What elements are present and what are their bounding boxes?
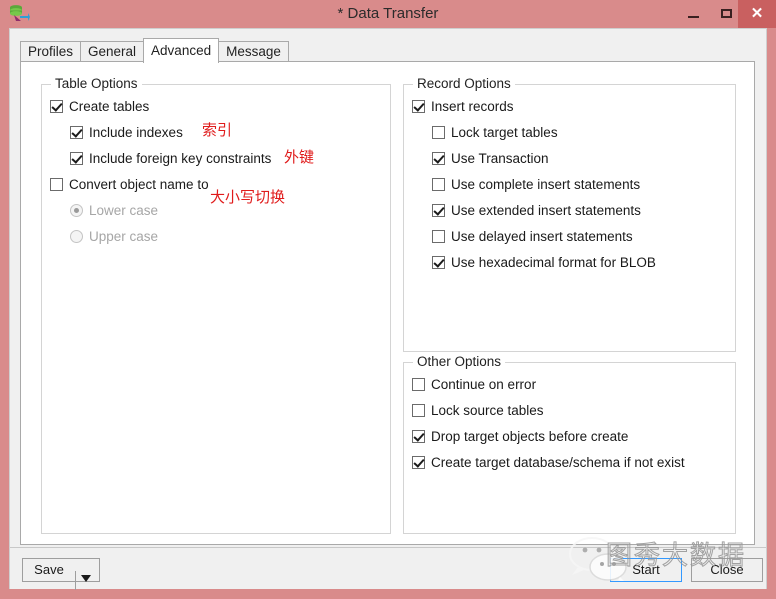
minimize-button[interactable]: [677, 0, 710, 28]
checkbox-unchecked-icon[interactable]: [432, 178, 445, 191]
tab-message-log[interactable]: Message Log: [218, 41, 289, 79]
checkbox-checked-icon[interactable]: [70, 152, 83, 165]
annotation-1: 外键: [284, 148, 315, 166]
minimize-icon: [688, 16, 699, 18]
title-bar: * Data Transfer ✕: [0, 0, 776, 28]
save-button-label: Save: [34, 562, 64, 577]
radio-unselected-icon: [70, 230, 83, 243]
table-option-label-1: Include indexes: [89, 125, 183, 140]
table-option-label-5: Upper case: [89, 229, 159, 244]
annotation-2: 大小写切换: [210, 188, 286, 206]
checkbox-checked-icon[interactable]: [50, 100, 63, 113]
table-options-group: Table Options Create tables Include index…: [41, 76, 391, 534]
table-options-title: Table Options: [51, 76, 142, 91]
record-option-label-1: Lock target tables: [451, 125, 558, 140]
footer-bar: Save Start Close: [10, 547, 766, 590]
record-option-label-3: Use complete insert statements: [451, 177, 641, 192]
checkbox-checked-icon[interactable]: [432, 152, 445, 165]
maximize-icon: [721, 9, 732, 18]
checkbox-checked-icon[interactable]: [412, 100, 425, 113]
checkbox-unchecked-icon[interactable]: [412, 404, 425, 417]
save-separator: [75, 571, 76, 590]
record-option-label-0: Insert records: [431, 99, 514, 114]
close-icon: ✕: [750, 5, 764, 22]
other-options-group: Other Options Continue on error Lock sour…: [403, 354, 736, 534]
other-option-label-0: Continue on error: [431, 377, 537, 392]
advanced-tab-page: Table Options Create tables Include index…: [20, 61, 755, 545]
table-option-label-4: Lower case: [89, 203, 159, 218]
tab-advanced[interactable]: Advanced: [143, 38, 220, 63]
tab-general[interactable]: General: [80, 41, 145, 62]
data-transfer-window: * Data Transfer ✕ Profiles General Advan…: [0, 0, 776, 599]
checkbox-unchecked-icon[interactable]: [412, 378, 425, 391]
checkbox-checked-icon[interactable]: [412, 456, 425, 469]
checkbox-checked-icon[interactable]: [70, 126, 83, 139]
close-window-button[interactable]: ✕: [738, 0, 776, 28]
table-option-label-3: Convert object name to: [69, 177, 209, 192]
table-option-label-2: Include foreign key constraints: [89, 151, 272, 166]
annotation-0: 索引: [202, 121, 233, 139]
record-option-label-6: Use hexadecimal format for BLOB: [451, 255, 656, 270]
record-option-label-4: Use extended insert statements: [451, 203, 641, 218]
record-option-label-2: Use Transaction: [451, 151, 549, 166]
other-option-label-1: Lock source tables: [431, 403, 544, 418]
client-area: Profiles General Advanced Message Log Ta…: [9, 28, 767, 590]
record-options-group: Record Options Insert records Lock target…: [403, 76, 736, 352]
checkbox-unchecked-icon[interactable]: [50, 178, 63, 191]
radio-selected-icon: [70, 204, 83, 217]
checkbox-checked-icon[interactable]: [432, 256, 445, 269]
table-option-label-0: Create tables: [69, 99, 150, 114]
checkbox-unchecked-icon[interactable]: [432, 230, 445, 243]
close-button[interactable]: Close: [691, 558, 763, 582]
start-button[interactable]: Start: [610, 558, 682, 582]
checkbox-checked-icon[interactable]: [412, 430, 425, 443]
record-option-label-5: Use delayed insert statements: [451, 229, 633, 244]
other-option-label-2: Drop target objects before create: [431, 429, 629, 444]
tab-profiles[interactable]: Profiles: [20, 41, 82, 62]
save-button[interactable]: Save: [22, 558, 100, 590]
window-title: * Data Transfer: [337, 5, 439, 22]
other-option-label-3: Create target database/schema if not exi…: [431, 455, 685, 470]
checkbox-unchecked-icon[interactable]: [432, 126, 445, 139]
record-options-title: Record Options: [413, 76, 515, 91]
chevron-down-icon[interactable]: [81, 575, 91, 582]
checkbox-checked-icon[interactable]: [432, 204, 445, 217]
other-options-title: Other Options: [413, 354, 506, 369]
